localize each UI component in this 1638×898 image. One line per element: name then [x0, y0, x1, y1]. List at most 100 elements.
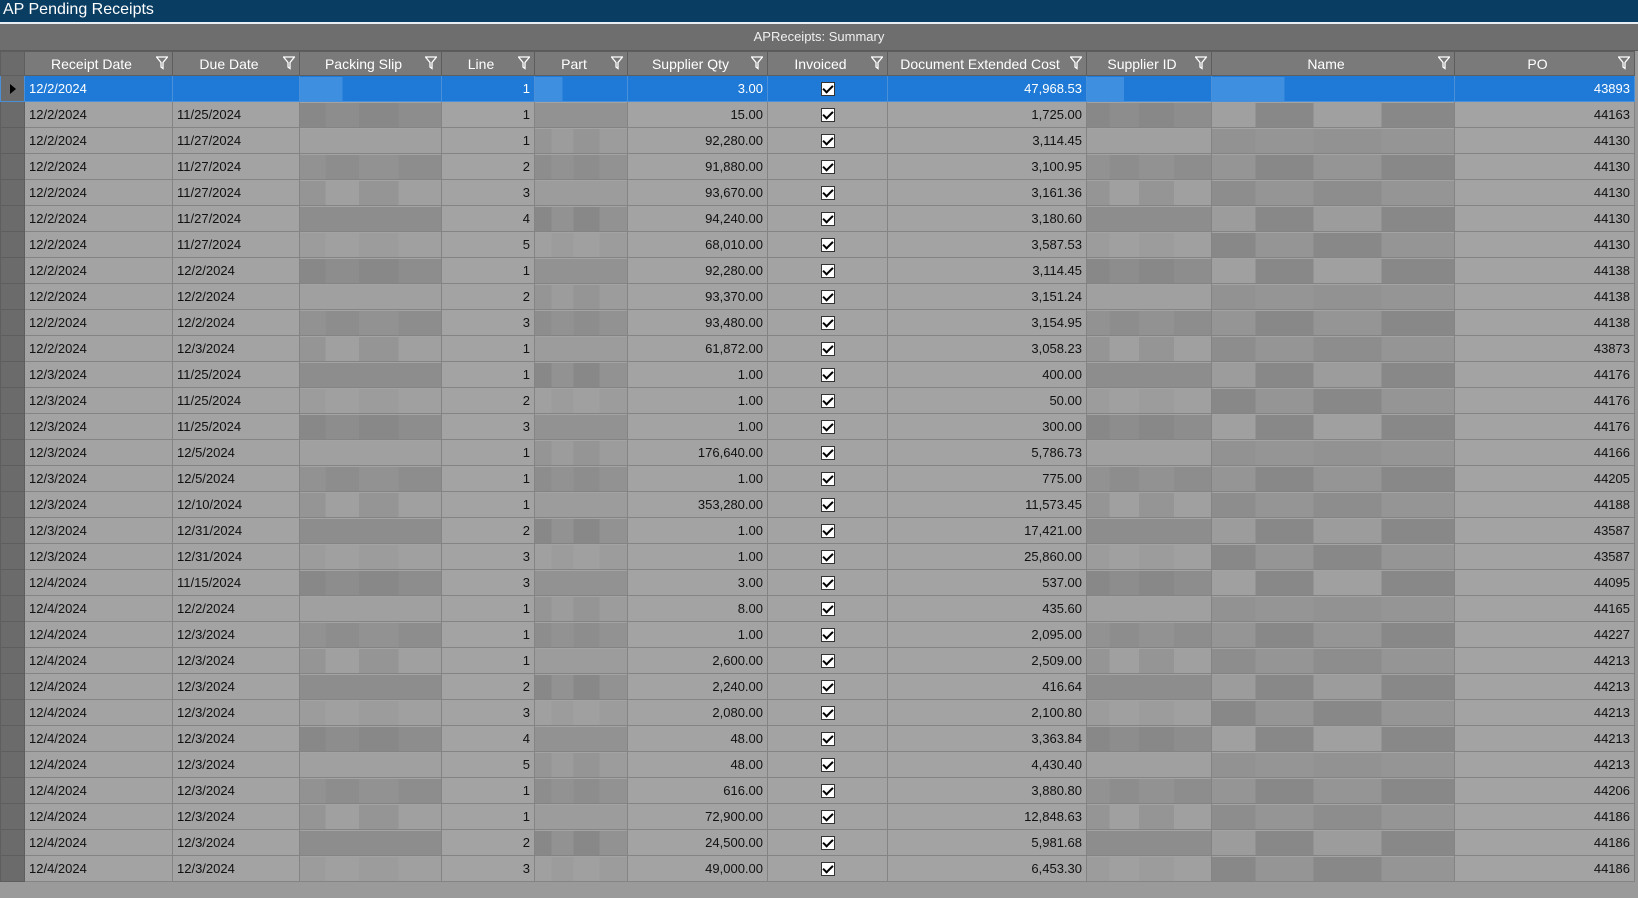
cell-name[interactable]	[1211, 257, 1455, 284]
cell-document-extended-cost[interactable]: 3,363.84	[887, 725, 1087, 752]
cell-supplier-qty[interactable]: 48.00	[627, 751, 768, 778]
table-row[interactable]: 12/2/2024 12/3/2024 1 61,872.00 3,058.23 4387…	[0, 335, 1635, 362]
row-selector[interactable]	[0, 647, 25, 674]
cell-due-date[interactable]: 12/31/2024	[172, 517, 300, 544]
cell-supplier-id[interactable]	[1086, 153, 1212, 180]
cell-po[interactable]: 44130	[1454, 127, 1635, 154]
cell-packing-slip[interactable]	[299, 257, 442, 284]
cell-due-date[interactable]: 12/3/2024	[172, 621, 300, 648]
checkbox-checked-icon[interactable]	[820, 602, 835, 617]
cell-document-extended-cost[interactable]: 3,180.60	[887, 205, 1087, 232]
column-header-name[interactable]: Name	[1211, 51, 1455, 76]
cell-invoiced[interactable]	[767, 309, 888, 336]
cell-po[interactable]: 44095	[1454, 569, 1635, 596]
cell-name[interactable]	[1211, 829, 1455, 856]
cell-supplier-qty[interactable]: 68,010.00	[627, 231, 768, 258]
cell-due-date[interactable]: 11/27/2024	[172, 127, 300, 154]
cell-invoiced[interactable]	[767, 673, 888, 700]
cell-packing-slip[interactable]	[299, 283, 442, 310]
cell-line[interactable]: 1	[441, 647, 535, 674]
cell-line[interactable]: 1	[441, 803, 535, 830]
cell-line[interactable]: 3	[441, 569, 535, 596]
cell-invoiced[interactable]	[767, 751, 888, 778]
table-row[interactable]: 12/4/2024 12/3/2024 1 2,600.00 2,509.00 44213	[0, 647, 1635, 674]
cell-receipt-date[interactable]: 12/3/2024	[24, 517, 173, 544]
cell-part[interactable]	[534, 699, 628, 726]
filter-icon[interactable]	[424, 56, 438, 70]
cell-part[interactable]	[534, 673, 628, 700]
cell-document-extended-cost[interactable]: 5,786.73	[887, 439, 1087, 466]
cell-po[interactable]: 44138	[1454, 257, 1635, 284]
cell-po[interactable]: 43587	[1454, 543, 1635, 570]
cell-part[interactable]	[534, 465, 628, 492]
cell-supplier-id[interactable]	[1086, 855, 1212, 882]
cell-due-date[interactable]: 12/3/2024	[172, 855, 300, 882]
cell-line[interactable]: 2	[441, 673, 535, 700]
table-row[interactable]: 12/2/2024 12/2/2024 3 93,480.00 3,154.95 4413…	[0, 309, 1635, 336]
cell-document-extended-cost[interactable]: 3,880.80	[887, 777, 1087, 804]
cell-po[interactable]: 44138	[1454, 309, 1635, 336]
cell-document-extended-cost[interactable]: 3,114.45	[887, 257, 1087, 284]
cell-due-date[interactable]: 11/27/2024	[172, 179, 300, 206]
cell-packing-slip[interactable]	[299, 855, 442, 882]
row-selector[interactable]	[0, 309, 25, 336]
cell-supplier-qty[interactable]: 93,670.00	[627, 179, 768, 206]
cell-supplier-id[interactable]	[1086, 673, 1212, 700]
cell-line[interactable]: 1	[441, 75, 535, 102]
cell-due-date[interactable]: 11/25/2024	[172, 387, 300, 414]
cell-part[interactable]	[534, 569, 628, 596]
cell-supplier-qty[interactable]: 92,280.00	[627, 127, 768, 154]
checkbox-checked-icon[interactable]	[820, 342, 835, 357]
cell-packing-slip[interactable]	[299, 595, 442, 622]
cell-name[interactable]	[1211, 127, 1455, 154]
checkbox-checked-icon[interactable]	[820, 264, 835, 279]
cell-document-extended-cost[interactable]: 435.60	[887, 595, 1087, 622]
cell-line[interactable]: 1	[441, 127, 535, 154]
cell-name[interactable]	[1211, 647, 1455, 674]
cell-supplier-id[interactable]	[1086, 205, 1212, 232]
cell-line[interactable]: 3	[441, 413, 535, 440]
cell-part[interactable]	[534, 153, 628, 180]
cell-receipt-date[interactable]: 12/4/2024	[24, 855, 173, 882]
cell-packing-slip[interactable]	[299, 465, 442, 492]
cell-name[interactable]	[1211, 413, 1455, 440]
cell-line[interactable]: 1	[441, 777, 535, 804]
cell-document-extended-cost[interactable]: 2,100.80	[887, 699, 1087, 726]
cell-po[interactable]: 44206	[1454, 777, 1635, 804]
cell-document-extended-cost[interactable]: 50.00	[887, 387, 1087, 414]
cell-invoiced[interactable]	[767, 465, 888, 492]
cell-supplier-id[interactable]	[1086, 829, 1212, 856]
cell-invoiced[interactable]	[767, 517, 888, 544]
cell-po[interactable]: 43893	[1454, 75, 1635, 102]
cell-part[interactable]	[534, 205, 628, 232]
cell-packing-slip[interactable]	[299, 777, 442, 804]
cell-packing-slip[interactable]	[299, 751, 442, 778]
table-row[interactable]: 12/3/2024 12/5/2024 1 1.00 775.00 44205	[0, 465, 1635, 492]
cell-supplier-id[interactable]	[1086, 621, 1212, 648]
cell-packing-slip[interactable]	[299, 75, 442, 102]
checkbox-checked-icon[interactable]	[820, 238, 835, 253]
cell-packing-slip[interactable]	[299, 517, 442, 544]
cell-receipt-date[interactable]: 12/4/2024	[24, 595, 173, 622]
cell-part[interactable]	[534, 127, 628, 154]
cell-po[interactable]: 43587	[1454, 517, 1635, 544]
cell-document-extended-cost[interactable]: 775.00	[887, 465, 1087, 492]
cell-invoiced[interactable]	[767, 361, 888, 388]
cell-document-extended-cost[interactable]: 11,573.45	[887, 491, 1087, 518]
cell-part[interactable]	[534, 361, 628, 388]
cell-supplier-id[interactable]	[1086, 569, 1212, 596]
cell-po[interactable]: 44227	[1454, 621, 1635, 648]
checkbox-checked-icon[interactable]	[820, 706, 835, 721]
cell-packing-slip[interactable]	[299, 205, 442, 232]
cell-receipt-date[interactable]: 12/4/2024	[24, 569, 173, 596]
filter-icon[interactable]	[610, 56, 624, 70]
cell-part[interactable]	[534, 309, 628, 336]
table-row[interactable]: 12/3/2024 11/25/2024 1 1.00 400.00 44176	[0, 361, 1635, 388]
filter-icon[interactable]	[1194, 56, 1208, 70]
cell-name[interactable]	[1211, 153, 1455, 180]
cell-part[interactable]	[534, 335, 628, 362]
cell-supplier-id[interactable]	[1086, 413, 1212, 440]
cell-invoiced[interactable]	[767, 75, 888, 102]
cell-part[interactable]	[534, 517, 628, 544]
cell-invoiced[interactable]	[767, 335, 888, 362]
